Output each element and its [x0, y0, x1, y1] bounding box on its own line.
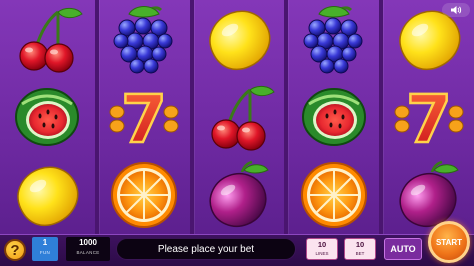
balance-value: 1000	[79, 238, 97, 247]
reel-cell: 7	[99, 78, 190, 159]
grapes-icon	[303, 6, 363, 74]
reel-cell	[0, 78, 95, 156]
reel-3	[189, 0, 285, 234]
plum-icon	[399, 160, 459, 227]
reel-5: 7	[379, 0, 474, 234]
speaker-icon	[451, 6, 462, 14]
reel-cell	[0, 156, 95, 234]
lemon-icon	[17, 166, 79, 227]
reel-cell	[0, 0, 95, 78]
reel-cell	[194, 156, 285, 234]
reel-cell	[194, 0, 285, 78]
auto-button[interactable]: AUTO	[384, 238, 422, 260]
seven-icon: 7	[394, 80, 464, 159]
balance-box: 1000 BALANCE	[66, 237, 110, 261]
lines-label: LINES	[315, 251, 329, 256]
reel-4	[284, 0, 380, 234]
reel-cell	[288, 156, 379, 234]
cherry-icon	[211, 85, 275, 151]
seven-glyph: 7	[121, 81, 167, 158]
reel-cell	[194, 78, 285, 156]
reel-1	[0, 0, 95, 234]
reel-area: 7 7	[0, 0, 474, 234]
seven-glyph: 7	[406, 81, 452, 158]
help-button[interactable]: ?	[4, 239, 26, 261]
plum-icon	[209, 160, 269, 227]
status-message: Please place your bet	[116, 238, 296, 260]
fun-value: 1	[42, 238, 48, 247]
start-button[interactable]: START	[428, 221, 470, 263]
lines-value: 10	[317, 240, 327, 249]
bet-selector[interactable]: 10 BET	[344, 238, 376, 260]
question-icon: ?	[10, 241, 20, 259]
orange-icon	[300, 162, 367, 228]
watermelon-icon	[15, 88, 80, 146]
seven-icon: 7	[109, 80, 179, 159]
bet-label: BET	[355, 251, 365, 256]
lines-selector[interactable]: 10 LINES	[306, 238, 338, 260]
bet-value: 10	[355, 240, 365, 249]
slot-game: 7 7 ? 1 FUN 1000 BALANCE Please place yo…	[0, 0, 474, 266]
reel-cell: 7	[383, 78, 474, 159]
reel-2: 7	[94, 0, 190, 234]
sound-button[interactable]	[442, 3, 470, 17]
reel-cell	[288, 0, 379, 78]
watermelon-icon	[301, 88, 366, 146]
balance-label: BALANCE	[76, 250, 100, 255]
reel-cell	[99, 0, 190, 78]
reel-cell	[383, 156, 474, 234]
reel-cell	[99, 156, 190, 234]
lemon-icon	[209, 10, 271, 71]
reel-cell	[288, 78, 379, 156]
cherry-icon	[19, 7, 84, 73]
fun-box: 1 FUN	[32, 237, 58, 261]
grapes-icon	[113, 6, 173, 74]
orange-icon	[111, 162, 178, 228]
fun-label: FUN	[39, 250, 51, 255]
